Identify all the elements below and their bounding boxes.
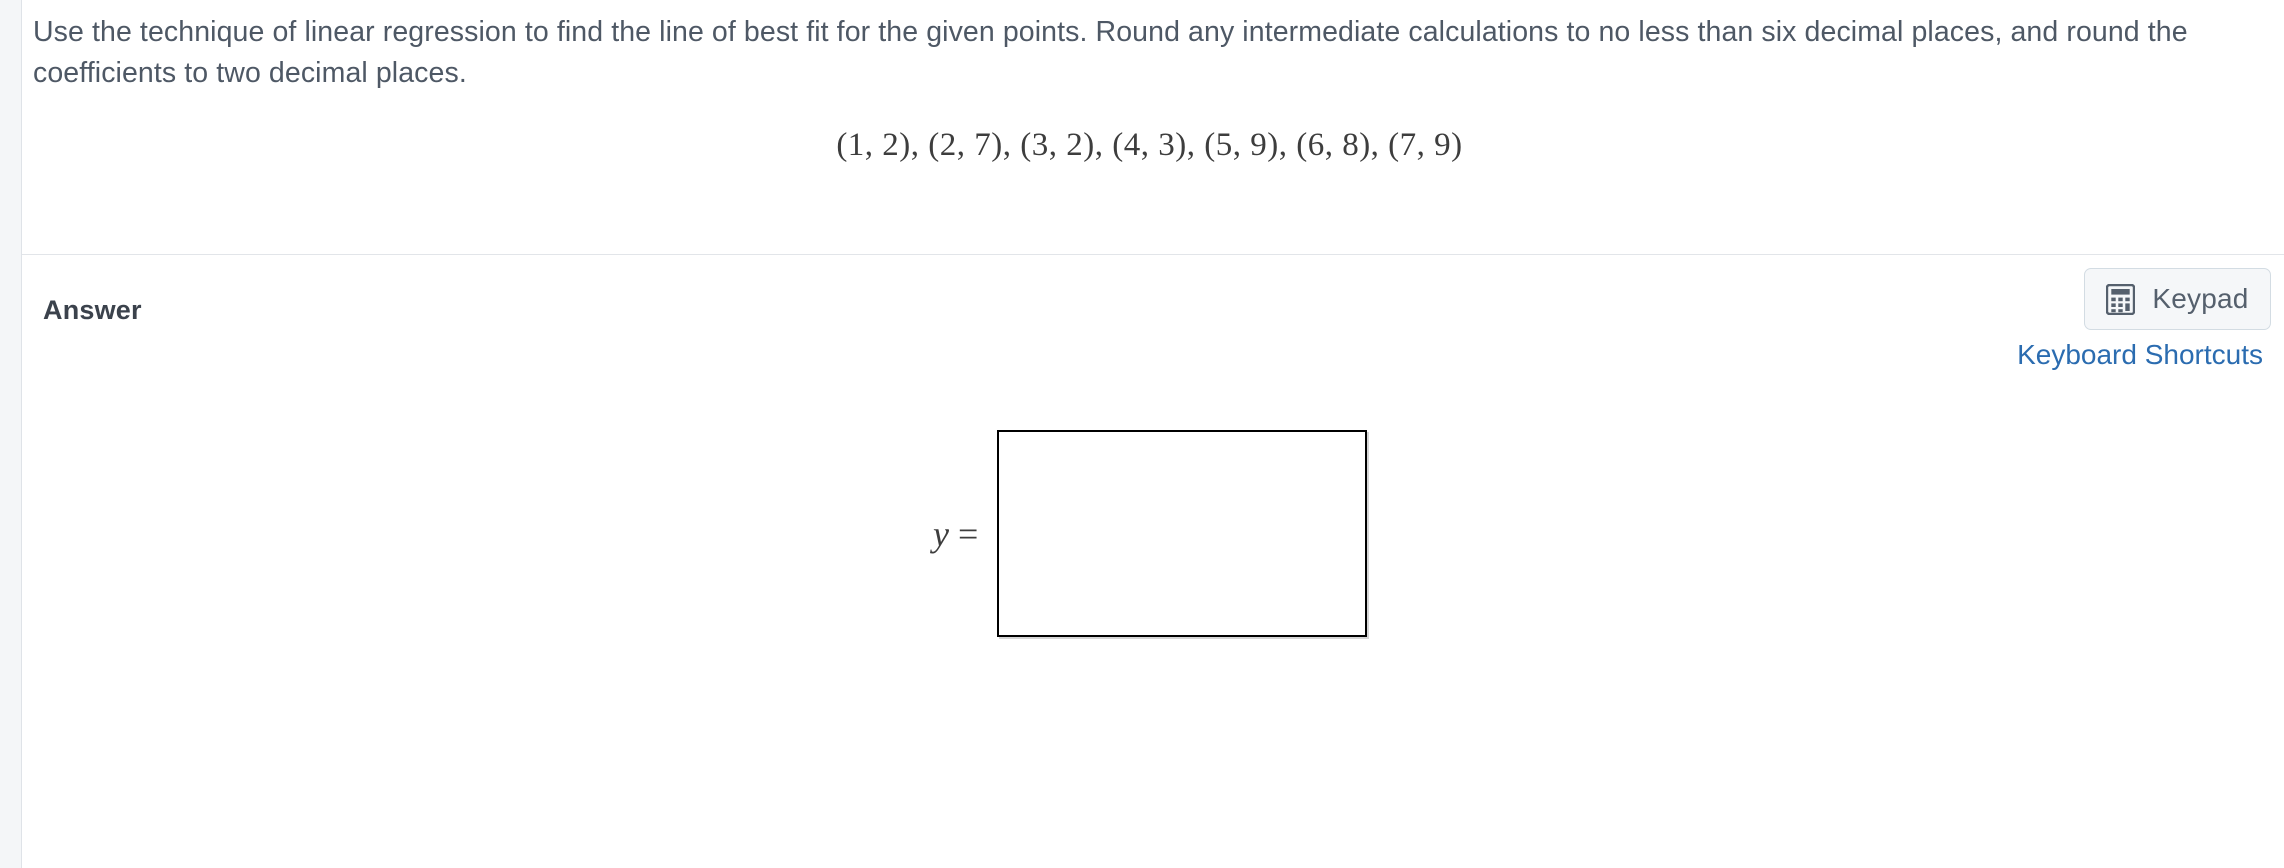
keyboard-shortcuts-link[interactable]: Keyboard Shortcuts (1365, 339, 2263, 371)
problem-card: Use the technique of linear regression t… (21, 0, 2284, 868)
answer-entry-row: y = (933, 430, 1368, 637)
equation-operator: = (957, 513, 979, 554)
question-points-expression: (1, 2), (2, 7), (3, 2), (4, 3), (5, 9), … (22, 127, 2284, 164)
question-region: Use the technique of linear regression t… (22, 0, 2284, 254)
calculator-icon (2106, 283, 2136, 315)
points-expression-text: (1, 2), (2, 7), (3, 2), (4, 3), (5, 9), … (836, 127, 1463, 163)
equation-variable: y (933, 513, 949, 554)
equation-prefix: y = (933, 513, 978, 555)
answer-section-label: Answer (43, 295, 142, 325)
problem-page: Use the technique of linear regression t… (0, 0, 2284, 868)
keypad-button[interactable]: Keypad (2084, 268, 2271, 330)
answer-region: Answer Keypad Keyboard Shortcuts y = (22, 255, 2284, 868)
answer-input[interactable] (997, 430, 1368, 637)
keypad-button-label: Keypad (2152, 283, 2249, 314)
question-prompt: Use the technique of linear regression t… (33, 16, 2188, 89)
